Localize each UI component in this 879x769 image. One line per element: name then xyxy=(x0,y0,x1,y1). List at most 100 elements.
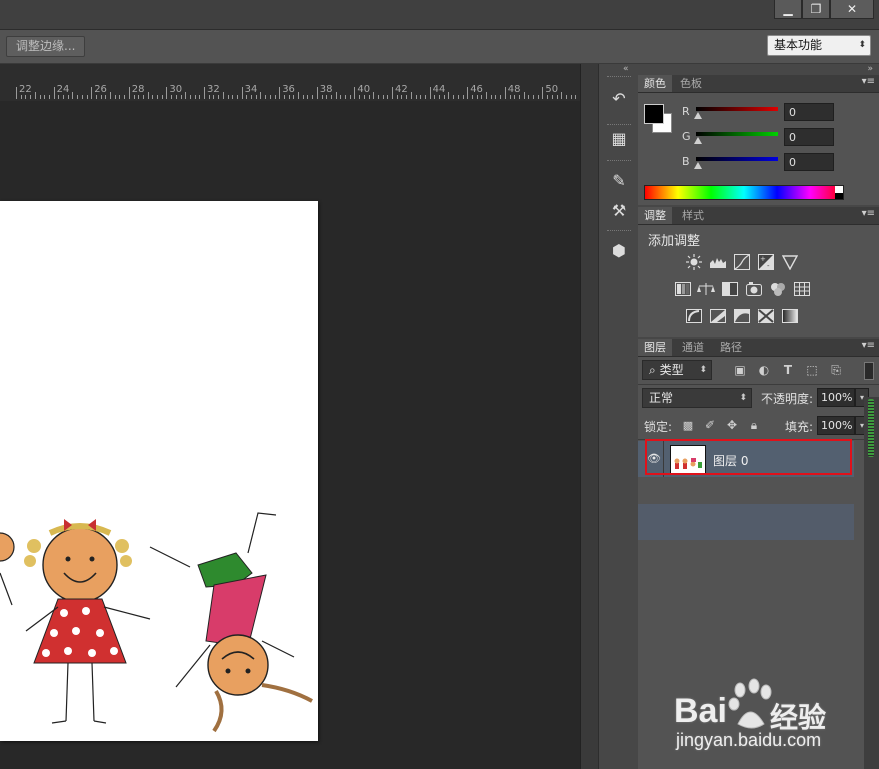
add-adjustment-heading: 添加调整 xyxy=(648,234,701,249)
ruler-minor-tick xyxy=(439,95,440,99)
invert-icon[interactable] xyxy=(685,308,703,324)
ruler-minor-tick xyxy=(152,95,154,99)
ruler-minor-tick xyxy=(307,95,309,99)
green-slider-knob[interactable] xyxy=(694,137,702,144)
green-value-field[interactable]: 0 xyxy=(784,128,834,146)
panel-menu-icon[interactable]: ▾≡ xyxy=(862,76,875,87)
properties-icon[interactable]: ▦ xyxy=(607,126,631,150)
ruler-minor-tick xyxy=(424,95,426,99)
blue-value-field[interactable]: 0 xyxy=(784,153,834,171)
red-value-field[interactable]: 0 xyxy=(784,103,834,121)
restore-button[interactable]: ❐ xyxy=(802,0,830,19)
gradient-map-icon[interactable] xyxy=(781,308,799,324)
ruler-minor-tick xyxy=(161,95,163,99)
tab-adjustments[interactable]: 调整 xyxy=(638,207,672,224)
ruler-minor-tick xyxy=(100,95,102,99)
opacity-field[interactable]: 100% xyxy=(817,388,855,407)
blue-label: B xyxy=(682,155,690,168)
lock-all-icon[interactable]: 🔒︎ xyxy=(746,417,762,433)
ruler-major-tick xyxy=(392,87,393,99)
hue-saturation-icon[interactable] xyxy=(674,281,692,297)
ruler-minor-tick xyxy=(105,95,107,99)
ruler-label: 46 xyxy=(470,84,483,95)
tab-layers[interactable]: 图层 xyxy=(638,339,672,356)
panel-menu-icon[interactable]: ▾≡ xyxy=(862,340,875,351)
color-spectrum-bar[interactable] xyxy=(644,185,844,200)
foreground-color-swatch[interactable] xyxy=(644,104,664,124)
layer-filter-label: 类型 xyxy=(659,363,684,377)
workspace-select[interactable]: 基本功能 ⬍ xyxy=(767,35,871,56)
red-slider-knob[interactable] xyxy=(694,112,702,119)
ruler-minor-tick xyxy=(500,95,502,99)
tab-swatches[interactable]: 色板 xyxy=(674,75,708,92)
blend-mode-label: 正常 xyxy=(649,391,674,405)
close-button[interactable]: ✕ xyxy=(830,0,874,19)
collapse-dock-icon[interactable]: « xyxy=(623,64,629,74)
ruler-minor-tick xyxy=(528,95,530,99)
ruler-minor-tick xyxy=(368,95,370,99)
ruler-minor-tick xyxy=(236,95,238,99)
filter-type-icon[interactable]: T xyxy=(780,362,796,378)
filter-shape-icon[interactable]: ⬚ xyxy=(804,362,820,378)
blue-slider-knob[interactable] xyxy=(694,162,702,169)
girl-figure xyxy=(24,519,151,724)
green-slider[interactable] xyxy=(696,132,778,136)
ruler-minor-tick xyxy=(147,92,149,99)
black-white-icon[interactable] xyxy=(721,281,739,297)
threshold-icon[interactable] xyxy=(733,308,751,324)
ruler-minor-tick xyxy=(227,95,229,99)
blend-mode-select[interactable]: 正常 ⬍ xyxy=(642,388,752,408)
filter-smart-object-icon[interactable]: ⎘ xyxy=(828,362,844,378)
ruler-minor-tick xyxy=(63,95,64,99)
ruler-minor-tick xyxy=(293,95,295,99)
ruler-minor-tick xyxy=(434,95,436,99)
vibrance-icon[interactable] xyxy=(781,254,799,270)
photo-filter-icon[interactable] xyxy=(745,281,763,297)
channel-mixer-icon[interactable] xyxy=(769,281,787,297)
dock-grip[interactable] xyxy=(607,76,631,80)
tab-channels[interactable]: 通道 xyxy=(676,339,710,356)
dock-grip[interactable] xyxy=(607,230,631,234)
brightness-icon[interactable] xyxy=(685,254,703,270)
filter-adjustment-icon[interactable]: ◐ xyxy=(756,362,772,378)
curves-icon[interactable] xyxy=(733,254,751,270)
tab-color[interactable]: 颜色 xyxy=(638,75,672,92)
blue-slider[interactable] xyxy=(696,157,778,161)
exposure-icon[interactable]: + - xyxy=(757,254,775,270)
minimize-button[interactable]: ▁ xyxy=(774,0,802,19)
dock-grip[interactable] xyxy=(607,160,631,164)
canvas-scrollbar[interactable] xyxy=(580,64,598,769)
filter-pixel-icon[interactable]: ▣ xyxy=(732,362,748,378)
fill-field[interactable]: 100% xyxy=(817,416,855,435)
lock-transparent-icon[interactable]: ▩ xyxy=(680,417,696,433)
ruler-minor-tick xyxy=(349,95,351,99)
filter-toggle[interactable] xyxy=(864,362,874,380)
lock-image-brush-icon[interactable]: ✐ xyxy=(702,417,718,433)
ruler-minor-tick xyxy=(199,95,201,99)
ruler-minor-tick xyxy=(570,95,572,99)
color-lookup-icon[interactable] xyxy=(793,281,811,297)
tab-styles[interactable]: 样式 xyxy=(676,207,710,224)
3d-cube-icon[interactable]: ⬢ xyxy=(607,238,631,262)
refine-edge-button[interactable]: 调整边缘... xyxy=(6,36,86,57)
brush-icon[interactable]: ✎ xyxy=(607,168,631,192)
history-icon[interactable]: ↶ xyxy=(607,86,631,110)
tab-paths[interactable]: 路径 xyxy=(714,339,748,356)
posterize-icon[interactable] xyxy=(709,308,727,324)
ruler-minor-tick xyxy=(537,95,539,99)
brush-presets-icon[interactable]: ⚒ xyxy=(607,198,631,222)
levels-icon[interactable] xyxy=(709,254,727,270)
red-slider[interactable] xyxy=(696,107,778,111)
search-icon: ⌕ xyxy=(649,363,656,377)
layer-row[interactable] xyxy=(638,504,854,540)
layer-filter-select[interactable]: ⌕ 类型 ⬍ xyxy=(642,360,712,380)
ruler-minor-tick xyxy=(251,95,252,99)
collapse-panels-icon[interactable]: » xyxy=(867,64,873,74)
lock-position-move-icon[interactable]: ✥ xyxy=(724,417,740,433)
color-balance-icon[interactable] xyxy=(697,281,715,297)
panel-menu-icon[interactable]: ▾≡ xyxy=(862,208,875,219)
selective-color-icon[interactable] xyxy=(757,308,775,324)
ruler-label: 50 xyxy=(545,84,559,95)
color-panel: R 0 G 0 B 0 xyxy=(638,93,879,205)
document-canvas[interactable] xyxy=(0,201,318,741)
